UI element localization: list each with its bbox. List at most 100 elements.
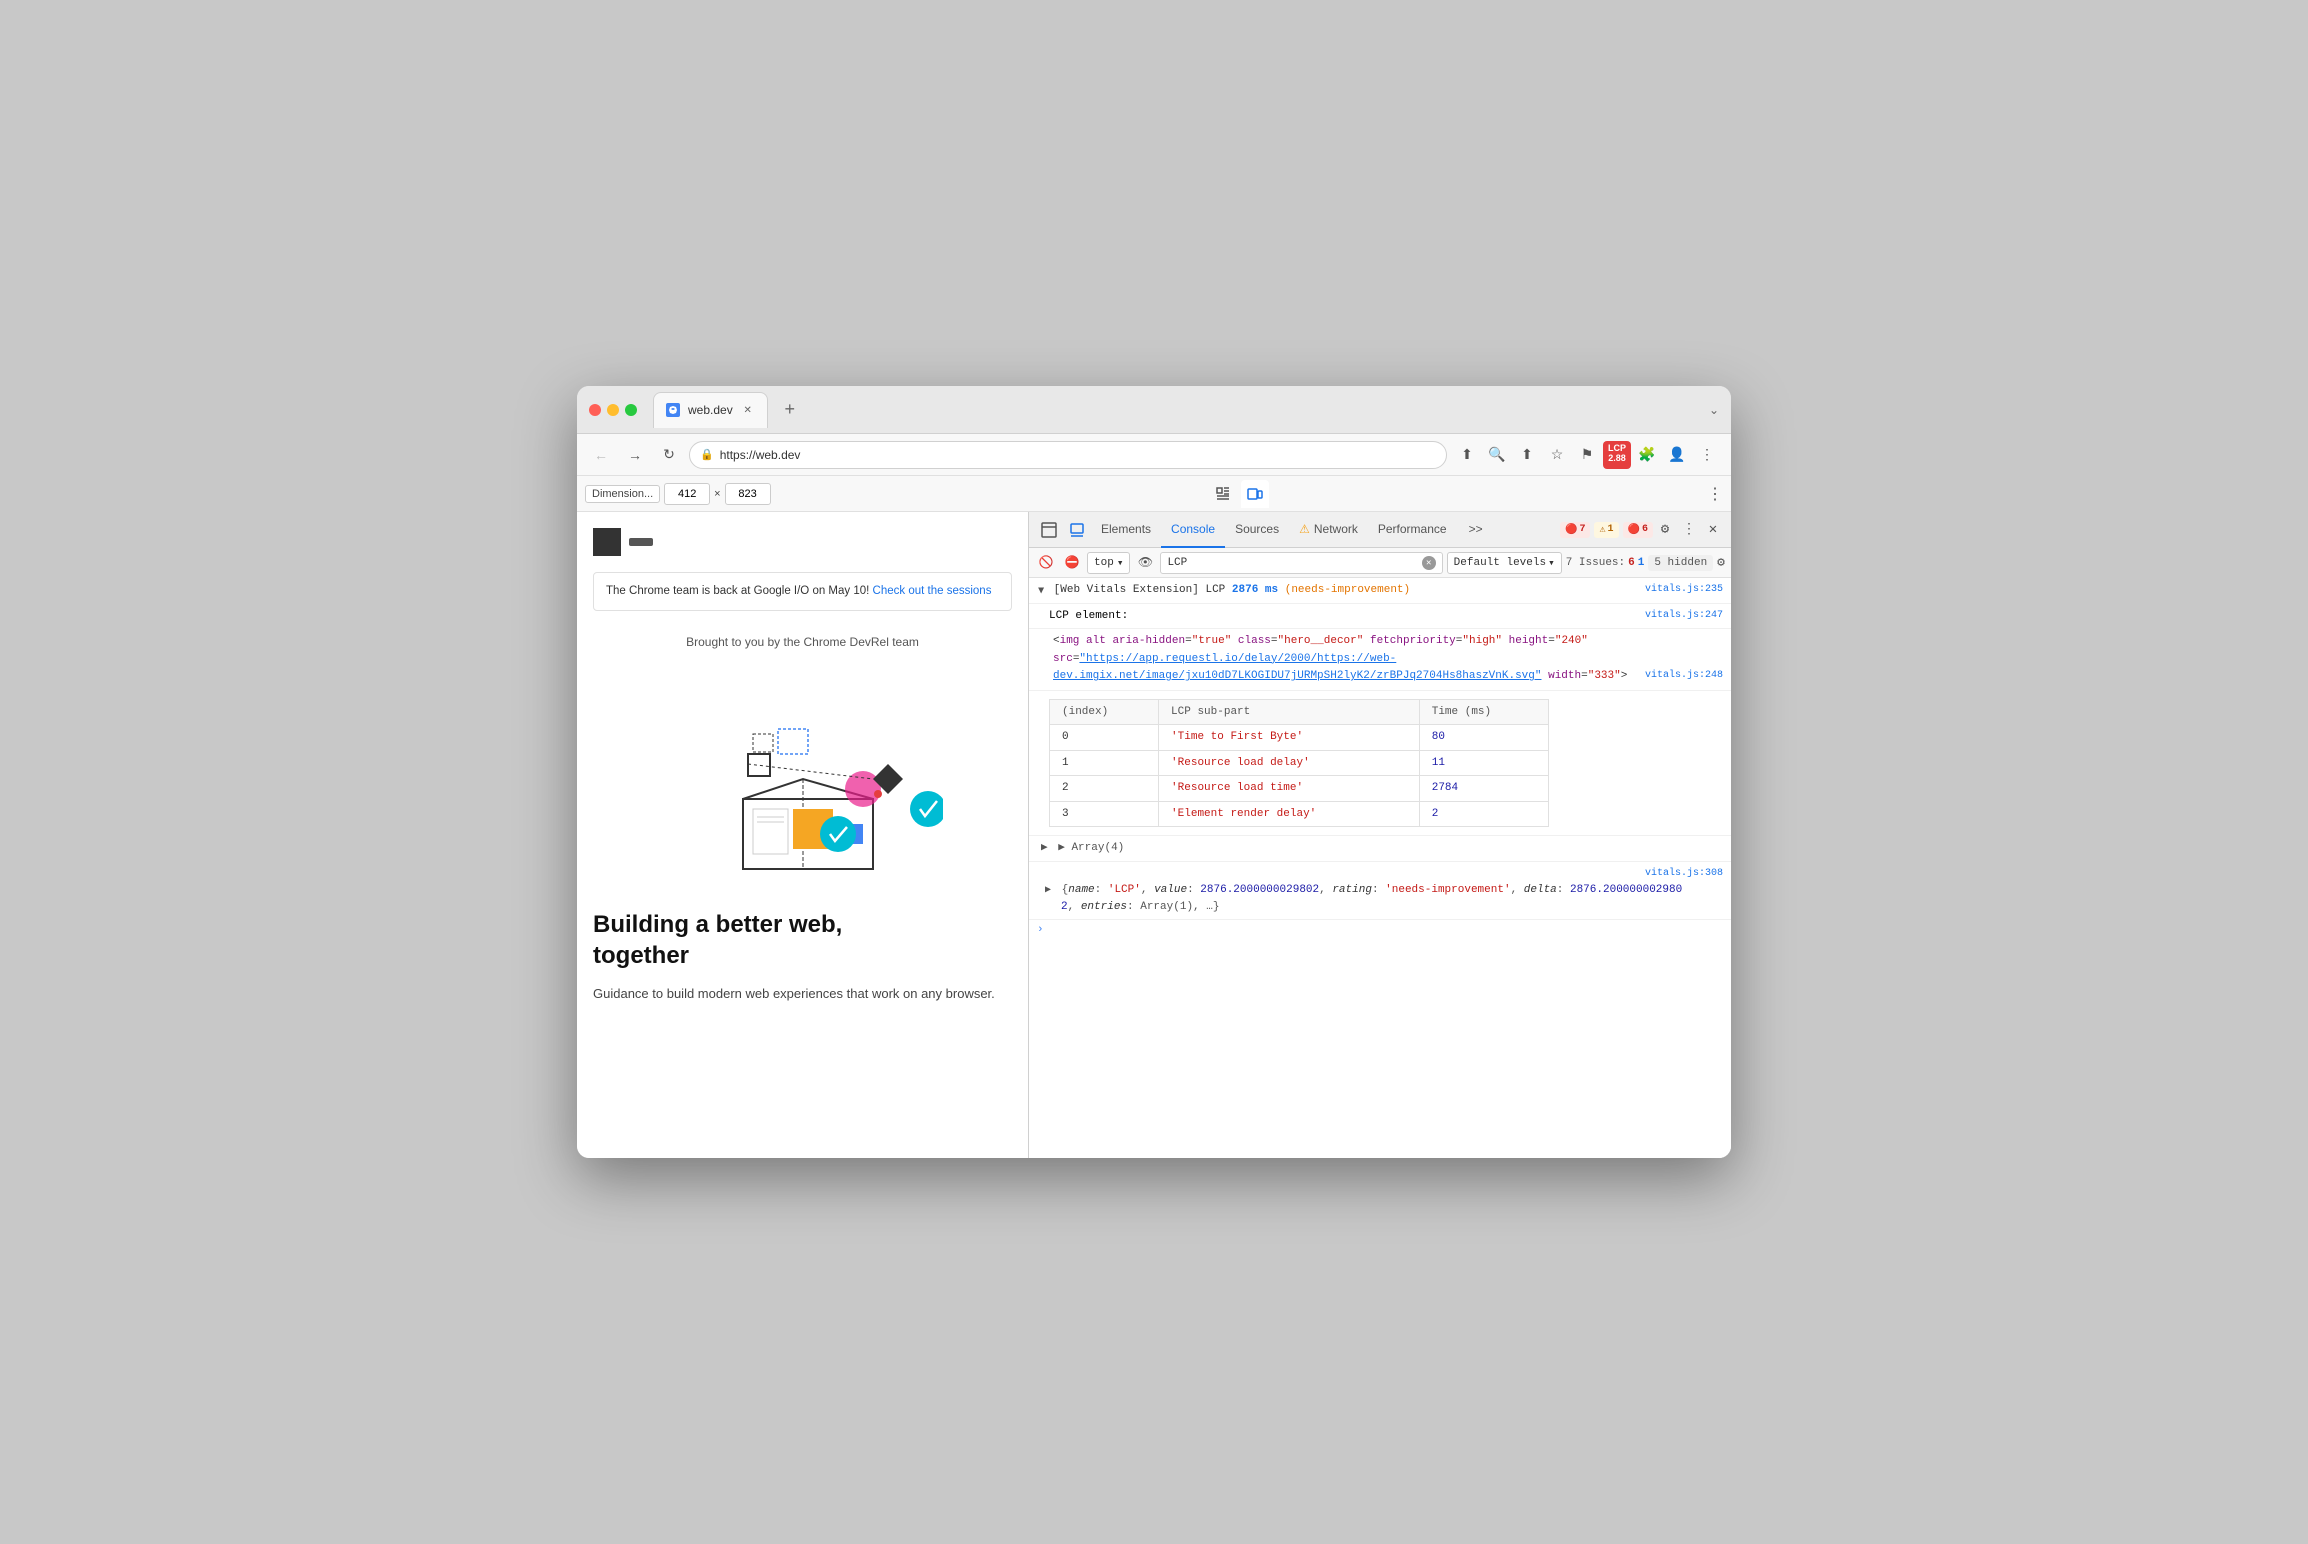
console-lcp-element: LCP element: vitals.js:247 — [1029, 604, 1731, 630]
minimize-traffic-light[interactable] — [607, 404, 619, 416]
devtools-panel: Elements Console Sources ⚠ Network Perfo… — [1029, 512, 1731, 1158]
devtools-tab-bar: Elements Console Sources ⚠ Network Perfo… — [1029, 512, 1731, 548]
devtools-badges: 🔴 7 ⚠ 1 🔴 6 — [1560, 522, 1653, 538]
browser-window: web.dev ✕ + ⌄ ← → ↻ 🔒 https://web.dev ⬆ … — [577, 386, 1731, 1158]
table-row: 2 'Resource load time' 2784 — [1050, 776, 1549, 802]
array-arrow-icon: ▶ — [1041, 842, 1048, 854]
log-levels-selector[interactable]: Default levels ▾ — [1447, 552, 1562, 574]
clear-console-button[interactable]: 🚫 — [1035, 552, 1057, 574]
profile-icon[interactable]: 👤 — [1663, 441, 1691, 469]
title-bar: web.dev ✕ + ⌄ — [577, 386, 1731, 434]
new-tab-button[interactable]: + — [776, 396, 804, 424]
devtools-settings-button[interactable]: ⚙ — [1653, 518, 1677, 542]
banner-text: The Chrome team is back at Google I/O on… — [606, 585, 869, 597]
show-live-expression-button[interactable]: 👁 — [1134, 552, 1156, 574]
flag-icon[interactable]: ⚑ — [1573, 441, 1601, 469]
refresh-button[interactable]: ↻ — [655, 441, 683, 469]
lcp-table: (index) LCP sub-part Time (ms) 0 'Time t… — [1049, 699, 1549, 828]
lcp-element-label: LCP element: — [1049, 610, 1128, 622]
lcp-header-text: [Web Vitals Extension] LCP 2876 ms (need… — [1054, 584, 1411, 596]
credit-text: Brought to you by the Chrome DevRel team — [593, 635, 1012, 649]
tab-console[interactable]: Console — [1161, 512, 1225, 548]
more-tabs-button[interactable]: >> — [1459, 512, 1493, 548]
chevron-down-icon: ▾ — [1117, 556, 1124, 570]
back-button[interactable]: ← — [587, 441, 615, 469]
prompt-arrow-icon: › — [1037, 924, 1044, 936]
console-filter-input[interactable]: LCP ✕ — [1160, 552, 1442, 574]
dimension-label: Dimension... — [585, 485, 660, 503]
source-link-1[interactable]: vitals.js:235 — [1645, 582, 1723, 597]
dock-icon[interactable] — [1035, 516, 1063, 544]
img-src-link[interactable]: "https://app.requestl.io/delay/2000/http… — [1053, 653, 1541, 683]
context-selector[interactable]: top ▾ — [1087, 552, 1130, 574]
browser-tab[interactable]: web.dev ✕ — [653, 392, 768, 428]
download-icon[interactable]: ⬆ — [1453, 441, 1481, 469]
forward-button[interactable]: → — [621, 441, 649, 469]
hero-desc: Guidance to build modern web experiences… — [593, 984, 1012, 1005]
col-index: (index) — [1050, 699, 1159, 725]
source-link-4[interactable]: vitals.js:308 — [1645, 866, 1723, 881]
console-table-entry: (index) LCP sub-part Time (ms) 0 'Time t… — [1029, 691, 1731, 837]
error-icon: 🔴 — [1565, 524, 1577, 536]
nav-bar: ← → ↻ 🔒 https://web.dev ⬆ 🔍 ⬆ ☆ ⚑ LCP 2.… — [577, 434, 1731, 476]
table-row: 0 'Time to First Byte' 80 — [1050, 725, 1549, 751]
width-input[interactable] — [664, 483, 710, 505]
dim-separator: × — [714, 488, 720, 500]
dim-more[interactable]: ⋮ — [1707, 484, 1723, 504]
array-expand-button[interactable]: ▶ ▶ Array(4) — [1041, 842, 1124, 854]
error-badge-red2: 🔴 6 — [1623, 522, 1653, 538]
devtools-more-button[interactable]: ⋮ — [1677, 518, 1701, 542]
tab-favicon — [666, 403, 680, 417]
traffic-lights — [589, 404, 637, 416]
close-traffic-light[interactable] — [589, 404, 601, 416]
tab-title: web.dev — [688, 403, 733, 417]
object-expand-arrow[interactable]: ▶ — [1045, 885, 1051, 896]
menu-icon[interactable]: ⋮ — [1693, 441, 1721, 469]
pause-on-exception-button[interactable]: ⛔ — [1061, 552, 1083, 574]
search-icon[interactable]: 🔍 — [1483, 441, 1511, 469]
window-menu-button[interactable]: ⌄ — [1709, 403, 1719, 417]
clear-search-button[interactable]: ✕ — [1422, 556, 1436, 570]
cursor-icon[interactable] — [1063, 516, 1091, 544]
dimension-bar: Dimension... × ⋮ — [577, 476, 1731, 512]
address-bar[interactable]: 🔒 https://web.dev — [689, 441, 1447, 469]
tab-network[interactable]: ⚠ Network — [1289, 512, 1368, 548]
console-prompt[interactable]: › — [1029, 920, 1731, 940]
table-row: 1 'Resource load delay' 11 — [1050, 750, 1549, 776]
hero-title: Building a better web,together — [593, 909, 1012, 971]
hidden-count-badge: 5 hidden — [1648, 555, 1713, 571]
lcp-badge: LCP 2.88 — [1603, 441, 1631, 469]
expand-lcp-arrow[interactable]: ▶ — [1033, 587, 1048, 593]
error-badge-yellow: ⚠ 1 — [1594, 522, 1618, 538]
maximize-traffic-light[interactable] — [625, 404, 637, 416]
tab-sources[interactable]: Sources — [1225, 512, 1289, 548]
warning-icon: ⚠ — [1599, 524, 1605, 536]
banner-link[interactable]: Check out the sessions — [873, 585, 992, 597]
source-link-2[interactable]: vitals.js:247 — [1645, 608, 1723, 623]
source-link-3[interactable]: vitals.js:248 — [1645, 668, 1723, 684]
bookmark-icon[interactable]: ☆ — [1543, 441, 1571, 469]
logo-square — [593, 528, 621, 556]
device-toolbar-button[interactable] — [1241, 480, 1269, 508]
col-sub-part: LCP sub-part — [1159, 699, 1420, 725]
devtools-close-button[interactable]: ✕ — [1701, 518, 1725, 542]
console-settings-button[interactable]: ⚙ — [1717, 555, 1725, 570]
height-input[interactable] — [725, 483, 771, 505]
issues-counter: 7 Issues: 6 1 — [1566, 557, 1645, 569]
inspect-element-button[interactable] — [1209, 480, 1237, 508]
logo-rect — [629, 538, 653, 546]
web-page-panel: The Chrome team is back at Google I/O on… — [577, 512, 1029, 1158]
console-lcp-header: ▶ [Web Vitals Extension] LCP 2876 ms (ne… — [1029, 578, 1731, 604]
page-logo — [593, 528, 1012, 556]
levels-chevron-icon: ▾ — [1548, 556, 1555, 570]
tab-close-button[interactable]: ✕ — [741, 403, 755, 417]
tab-elements[interactable]: Elements — [1091, 512, 1161, 548]
extensions-icon[interactable]: 🧩 — [1633, 441, 1661, 469]
col-time: Time (ms) — [1419, 699, 1548, 725]
main-area: The Chrome team is back at Google I/O on… — [577, 512, 1731, 1158]
console-toolbar: 🚫 ⛔ top ▾ 👁 LCP ✕ Default levels ▾ 7 Iss… — [1029, 548, 1731, 578]
tab-performance[interactable]: Performance — [1368, 512, 1457, 548]
url-text: https://web.dev — [720, 448, 801, 462]
info-banner: The Chrome team is back at Google I/O on… — [593, 572, 1012, 611]
share-icon[interactable]: ⬆ — [1513, 441, 1541, 469]
